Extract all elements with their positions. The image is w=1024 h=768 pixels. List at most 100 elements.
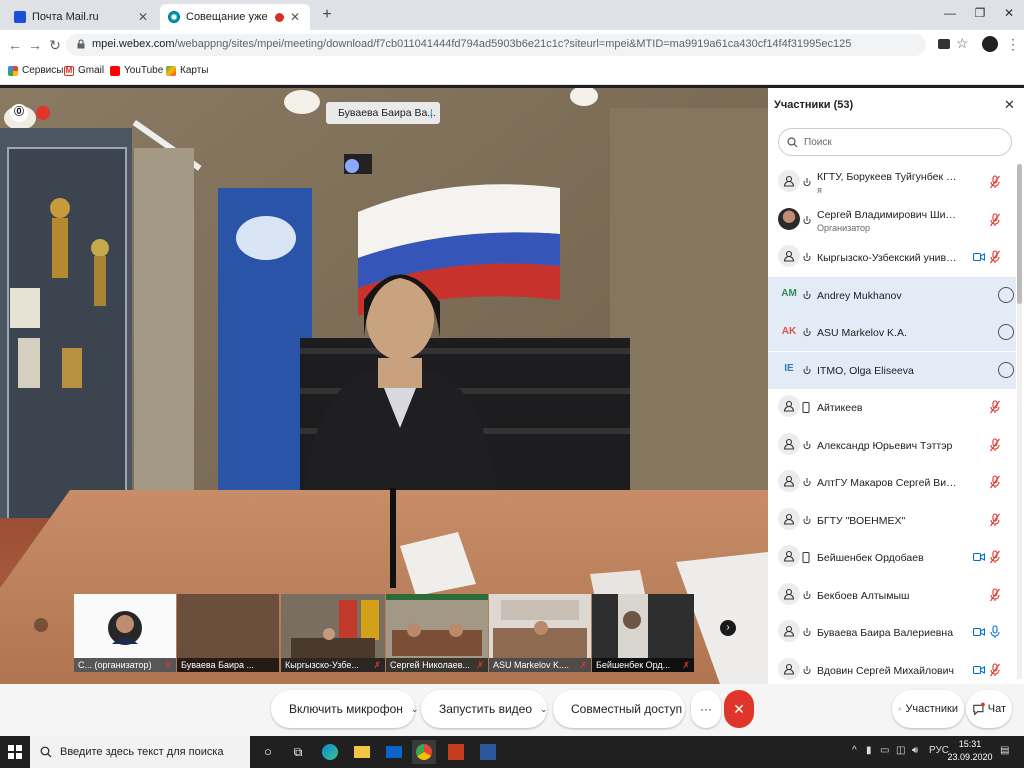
participant-row[interactable]: Бекбоев Алтымыш <box>768 577 1016 614</box>
participant-row[interactable]: Сергей Владимирович Ширин... Организатор <box>768 202 1016 239</box>
menu-icon[interactable]: ⋮ <box>1006 36 1020 53</box>
participant-row[interactable]: Вдовин Сергей Михайлович <box>768 652 1016 689</box>
chevron-down-icon[interactable]: ⌄ <box>540 704 548 715</box>
participant-row[interactable]: Кыргызско-Узбекский универс... <box>768 239 1016 276</box>
back-icon[interactable]: ← <box>6 36 24 54</box>
reload-icon[interactable]: ↻ <box>46 36 64 54</box>
call-connected-icon <box>802 252 812 262</box>
participant-name: Сергей Владимирович Ширин... <box>817 208 957 221</box>
video-thumbnail[interactable]: С... (организатор) ✗ <box>74 594 176 672</box>
chrome-icon[interactable] <box>412 740 436 764</box>
show-hidden-icons[interactable]: ^ <box>852 745 857 756</box>
video-thumbnail[interactable]: Сергей Николаев... ✗ <box>386 594 488 672</box>
mic-muted-icon[interactable] <box>989 549 1001 565</box>
bookmark-maps[interactable]: Карты <box>166 65 209 76</box>
bookmark-services[interactable]: Сервисы <box>8 65 63 76</box>
participant-row[interactable]: AK ASU Markelov K.A. <box>768 314 1016 351</box>
word-icon[interactable] <box>476 740 500 764</box>
notifications-icon[interactable]: ▤ <box>1000 745 1009 756</box>
end-meeting-button[interactable]: ✕ <box>724 690 754 728</box>
filmstrip-prev-icon[interactable] <box>34 618 48 632</box>
mic-muted-icon[interactable] <box>989 474 1001 490</box>
profile-icon[interactable] <box>982 36 998 52</box>
participants-button-label: Участники <box>905 703 958 715</box>
mic-muted-icon[interactable] <box>989 512 1001 528</box>
mic-on-icon: ❘ <box>427 108 435 118</box>
file-explorer-icon[interactable] <box>350 740 374 764</box>
close-panel-icon[interactable]: ✕ <box>1004 97 1015 113</box>
bookmark-star-icon[interactable]: ☆ <box>956 35 969 52</box>
chat-bubble-icon[interactable] <box>998 324 1014 340</box>
powerpoint-icon[interactable] <box>444 740 468 764</box>
participant-row[interactable]: Айтикеев <box>768 389 1016 426</box>
chat-bubble-icon[interactable] <box>998 286 1014 303</box>
thumbnail-label: Кыргызско-Узбе... ✗ <box>281 658 385 672</box>
system-clock[interactable]: 15:31 23.09.2020 <box>946 738 994 764</box>
bookmark-gmail[interactable]: M Gmail <box>64 65 104 76</box>
edge-icon[interactable] <box>318 740 342 764</box>
mic-muted-icon: ✗ <box>579 660 587 670</box>
participants-panel: Участники (53) ✕ Поиск КГТУ, Борукеев Ту… <box>768 88 1024 684</box>
chat-button-label: Чат <box>987 703 1006 715</box>
apps-grid-icon <box>8 65 18 76</box>
participant-row[interactable]: IE ITMO, Olga Eliseeva <box>768 351 1016 389</box>
participant-row[interactable]: Бейшенбек Ордобаев <box>768 539 1016 576</box>
volume-icon[interactable]: 🔊︎ <box>912 745 918 756</box>
mic-muted-icon[interactable] <box>989 399 1001 415</box>
thumbnail-label: С... (организатор) ✗ <box>74 658 176 672</box>
participants-search-input[interactable]: Поиск <box>778 128 1012 156</box>
chat-bubble-icon[interactable] <box>998 361 1014 378</box>
participant-row[interactable]: Александр Юрьевич Тэттэр <box>768 427 1016 464</box>
cortana-icon[interactable]: ○ <box>256 740 280 764</box>
video-thumbnail[interactable]: Кыргызско-Узбе... ✗ <box>281 594 385 672</box>
close-window-icon[interactable]: ✕ <box>994 6 1024 20</box>
more-options-button[interactable]: ··· <box>691 690 721 728</box>
participant-row[interactable]: Буваева Баира Валериевна <box>768 614 1016 651</box>
windows-search-input[interactable]: Введите здесь текст для поиска <box>30 736 250 768</box>
scrollbar-thumb[interactable] <box>1017 164 1022 304</box>
mic-muted-icon[interactable] <box>989 174 1001 190</box>
user-avatar-icon <box>778 657 800 680</box>
bookmark-youtube[interactable]: YouTube <box>110 65 163 76</box>
task-view-icon[interactable]: ⧉ <box>286 740 310 764</box>
video-thumbnail[interactable]: Бейшенбек Орд... ✗ <box>592 594 694 672</box>
filmstrip-next-icon[interactable]: › <box>720 620 736 636</box>
start-video-button[interactable]: Запустить видео ⌄ <box>421 690 548 728</box>
participants-button[interactable]: Участники <box>892 690 964 728</box>
chevron-down-icon[interactable]: ⌄ <box>411 704 419 715</box>
participant-row[interactable]: КГТУ, Борукеев Туйгунбек Са... я <box>768 164 1016 201</box>
close-tab-icon[interactable]: ✕ <box>288 10 302 24</box>
share-button[interactable]: Совместный доступ <box>553 690 685 728</box>
restore-icon[interactable]: ❐ <box>965 6 995 20</box>
mic-muted-icon[interactable] <box>989 249 1001 265</box>
thumbnail-name: Кыргызско-Узбе... <box>285 660 359 670</box>
windows-start-icon[interactable] <box>8 745 22 759</box>
meeting-info-icon[interactable]: ⓪ <box>10 104 28 122</box>
tab-mail-ru[interactable]: Почта Mail.ru ✕ <box>6 4 158 30</box>
mail-app-icon[interactable] <box>382 740 406 764</box>
mail-ru-icon <box>14 11 26 23</box>
participant-row[interactable]: AM Andrey Mukhanov <box>768 276 1016 314</box>
mic-muted-icon[interactable] <box>989 437 1001 453</box>
new-tab-button[interactable]: + <box>318 6 336 24</box>
video-thumbnail[interactable]: Буваева Баира ... <box>177 594 279 672</box>
forward-icon[interactable]: → <box>26 36 44 54</box>
close-tab-icon[interactable]: ✕ <box>136 10 150 24</box>
camera-in-use-icon[interactable] <box>938 39 950 49</box>
call-connected-icon <box>802 627 812 637</box>
thumbnail-name: Буваева Баира ... <box>181 660 255 670</box>
tab-title: Совещание уже проводится <box>186 11 271 23</box>
user-avatar-icon <box>778 620 800 642</box>
participant-row[interactable]: АлтГУ Макаров Сергей Викто... <box>768 464 1016 501</box>
mic-muted-icon[interactable] <box>989 662 1001 678</box>
tab-webex-meeting[interactable]: Совещание уже проводится ✕ <box>160 4 310 30</box>
chat-button[interactable]: Чат <box>966 690 1012 728</box>
mic-muted-icon[interactable] <box>989 212 1001 228</box>
participant-row[interactable]: БГТУ "ВОЕНМЕХ" <box>768 502 1016 539</box>
mic-on-icon[interactable] <box>989 624 1001 640</box>
video-thumbnail[interactable]: ASU Markelov K.... ✗ <box>489 594 591 672</box>
network-icon[interactable]: ◫ <box>896 745 905 756</box>
mic-muted-icon[interactable] <box>989 587 1001 603</box>
unmute-button[interactable]: Включить микрофон ⌄ <box>271 690 418 728</box>
minimize-icon[interactable]: — <box>935 6 965 20</box>
